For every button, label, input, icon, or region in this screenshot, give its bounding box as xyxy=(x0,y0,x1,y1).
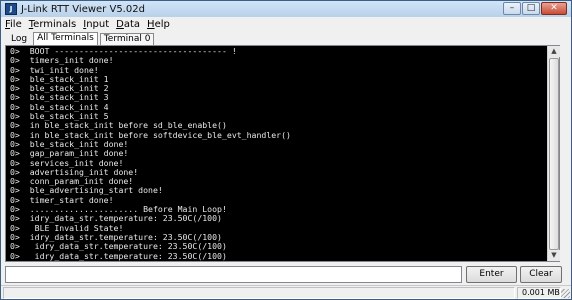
terminal-output[interactable]: 0> BOOT --------------------------------… xyxy=(6,46,547,261)
vertical-scrollbar[interactable]: ▲ ▼ xyxy=(547,46,560,261)
scroll-down-icon[interactable]: ▼ xyxy=(548,250,560,261)
menu-bar: File Terminals Input Data Help xyxy=(1,17,571,31)
status-bar: 0.001 MB xyxy=(1,285,571,299)
menu-data-label: ata xyxy=(123,18,141,30)
enter-button[interactable]: Enter xyxy=(466,266,517,283)
close-button[interactable]: ✕ xyxy=(541,2,567,15)
tab-log[interactable]: Log xyxy=(7,33,31,45)
menu-file-label: ile xyxy=(10,18,22,30)
input-row: Enter Clear xyxy=(5,266,562,283)
menu-help-label: elp xyxy=(154,18,170,30)
data-size-indicator: 0.001 MB xyxy=(517,287,561,299)
scroll-thumb[interactable] xyxy=(549,58,559,250)
terminal-tabs: Log All Terminals Terminal 0 xyxy=(1,31,571,45)
scroll-up-icon[interactable]: ▲ xyxy=(548,46,560,57)
rtt-viewer-window: J J-Link RTT Viewer V5.02d – □ ✕ File Te… xyxy=(0,0,572,300)
menu-terminals[interactable]: Terminals xyxy=(29,19,76,30)
menu-file[interactable]: File xyxy=(5,19,22,30)
app-icon: J xyxy=(5,3,17,15)
tab-terminal-0[interactable]: Terminal 0 xyxy=(99,33,155,45)
tab-all-terminals[interactable]: All Terminals xyxy=(33,32,98,45)
menu-help[interactable]: Help xyxy=(147,19,170,30)
window-controls: – □ ✕ xyxy=(503,2,567,15)
clear-button[interactable]: Clear xyxy=(520,266,562,283)
maximize-button[interactable]: □ xyxy=(522,2,540,15)
status-pane xyxy=(3,287,515,299)
terminal-output-panel: 0> BOOT --------------------------------… xyxy=(5,45,560,262)
menu-input-label: nput xyxy=(86,18,110,30)
terminal-line: 0> idry_data_str.temperature: 23.50C(/10… xyxy=(10,250,227,261)
menu-data[interactable]: Data xyxy=(116,19,140,30)
menu-help-mnemonic: H xyxy=(147,18,155,30)
terminal-input[interactable] xyxy=(5,266,462,283)
menu-terminals-label: erminals xyxy=(33,18,77,30)
title-bar[interactable]: J J-Link RTT Viewer V5.02d – □ ✕ xyxy=(1,1,571,17)
resize-grip-icon[interactable] xyxy=(561,289,570,298)
menu-data-mnemonic: D xyxy=(116,18,124,30)
minimize-button[interactable]: – xyxy=(503,2,521,15)
window-title: J-Link RTT Viewer V5.02d xyxy=(21,3,145,15)
menu-input[interactable]: Input xyxy=(83,19,109,30)
